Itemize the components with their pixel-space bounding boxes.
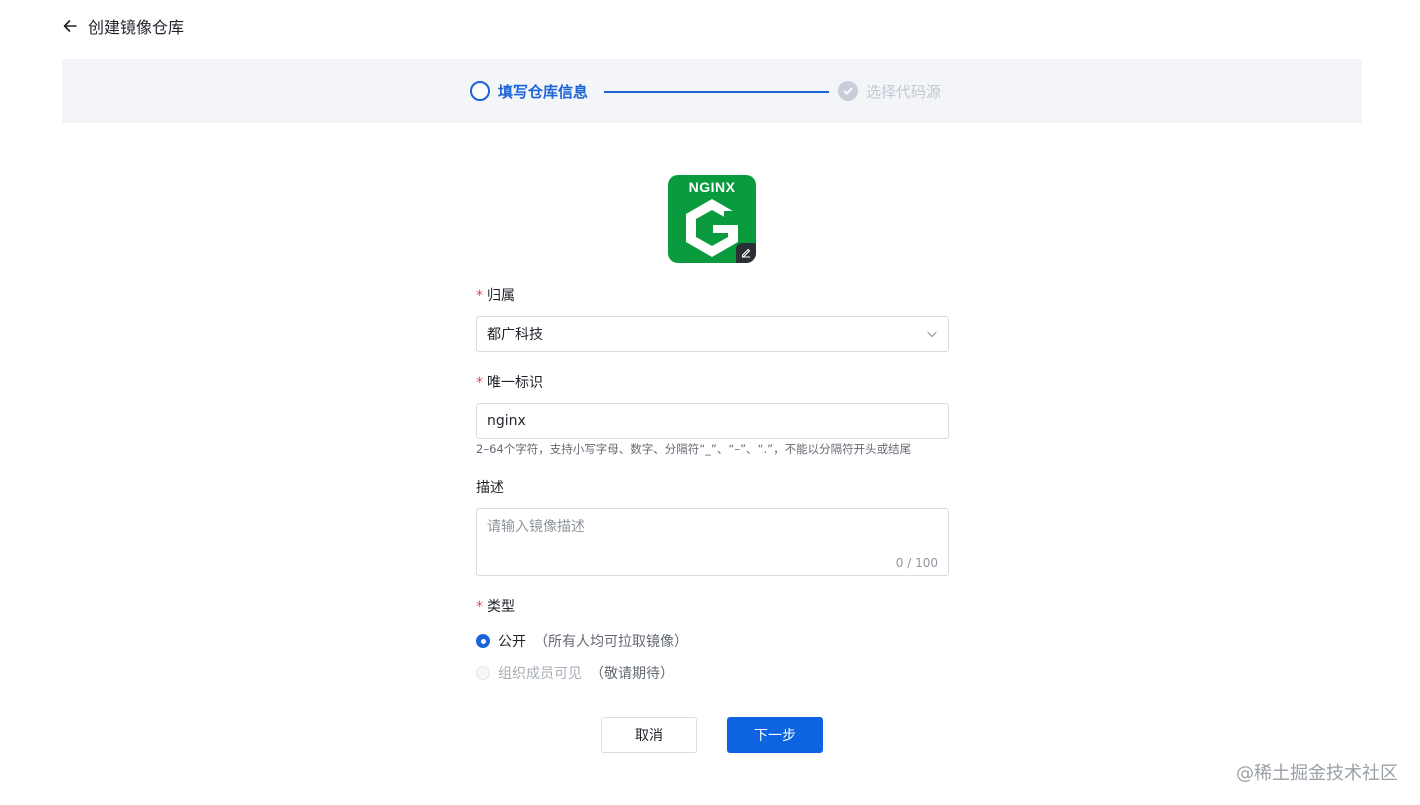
step-select-source: 选择代码源 (838, 59, 941, 123)
repo-form: * 归属 都广科技 * 唯一标识 nginx 2–64个字符，支持小写字母、数字、分… (476, 285, 949, 684)
identifier-label: * 唯一标识 (476, 375, 543, 391)
radio-org-members: 组织成员可见 （敬请期待） (476, 662, 949, 684)
steps-bar: 填写仓库信息 选择代码源 (62, 59, 1362, 123)
step-fill-info: 填写仓库信息 (470, 59, 588, 123)
owner-select[interactable]: 都广科技 (476, 316, 949, 352)
char-counter: 0 / 100 (895, 556, 938, 570)
cancel-button[interactable]: 取消 (601, 717, 697, 753)
radio-note: （敬请期待） (590, 666, 674, 682)
check-circle-icon (838, 81, 858, 101)
edit-icon[interactable] (736, 243, 756, 263)
step-label: 选择代码源 (866, 82, 942, 101)
identifier-hint: 2–64个字符，支持小写字母、数字、分隔符“_”、“–”、“.”，不能以分隔符开… (476, 442, 912, 456)
repo-logo[interactable]: NGINX (668, 175, 756, 263)
page-title: 创建镜像仓库 (88, 18, 185, 37)
radio-note: （所有人均可拉取镜像） (534, 634, 688, 650)
chevron-down-icon (926, 325, 938, 344)
page-header: 创建镜像仓库 (62, 14, 184, 38)
watermark: @稀土掘金技术社区 (1236, 763, 1398, 784)
logo-text: NGINX (688, 179, 736, 195)
radio-checked-icon[interactable] (476, 634, 490, 648)
nginx-logo: NGINX (668, 175, 756, 263)
owner-label: * 归属 (476, 288, 515, 304)
description-textarea[interactable]: 请输入镜像描述 0 / 100 (476, 508, 949, 576)
radio-label: 组织成员可见 (498, 666, 582, 682)
next-step-button[interactable]: 下一步 (727, 717, 823, 753)
description-label: 描述 (476, 480, 504, 496)
owner-select-value: 都广科技 (487, 327, 543, 343)
step-active-circle-icon (470, 81, 490, 101)
description-placeholder: 请输入镜像描述 (487, 519, 585, 535)
radio-public[interactable]: 公开 （所有人均可拉取镜像） (476, 630, 949, 652)
nginx-mark-icon (686, 199, 738, 257)
type-label: * 类型 (476, 599, 515, 615)
step-connector (604, 91, 829, 93)
radio-disabled-icon (476, 666, 490, 680)
radio-label: 公开 (498, 634, 526, 650)
arrow-left-icon[interactable] (62, 18, 78, 34)
step-label: 填写仓库信息 (498, 82, 589, 101)
identifier-input[interactable]: nginx (476, 403, 949, 439)
